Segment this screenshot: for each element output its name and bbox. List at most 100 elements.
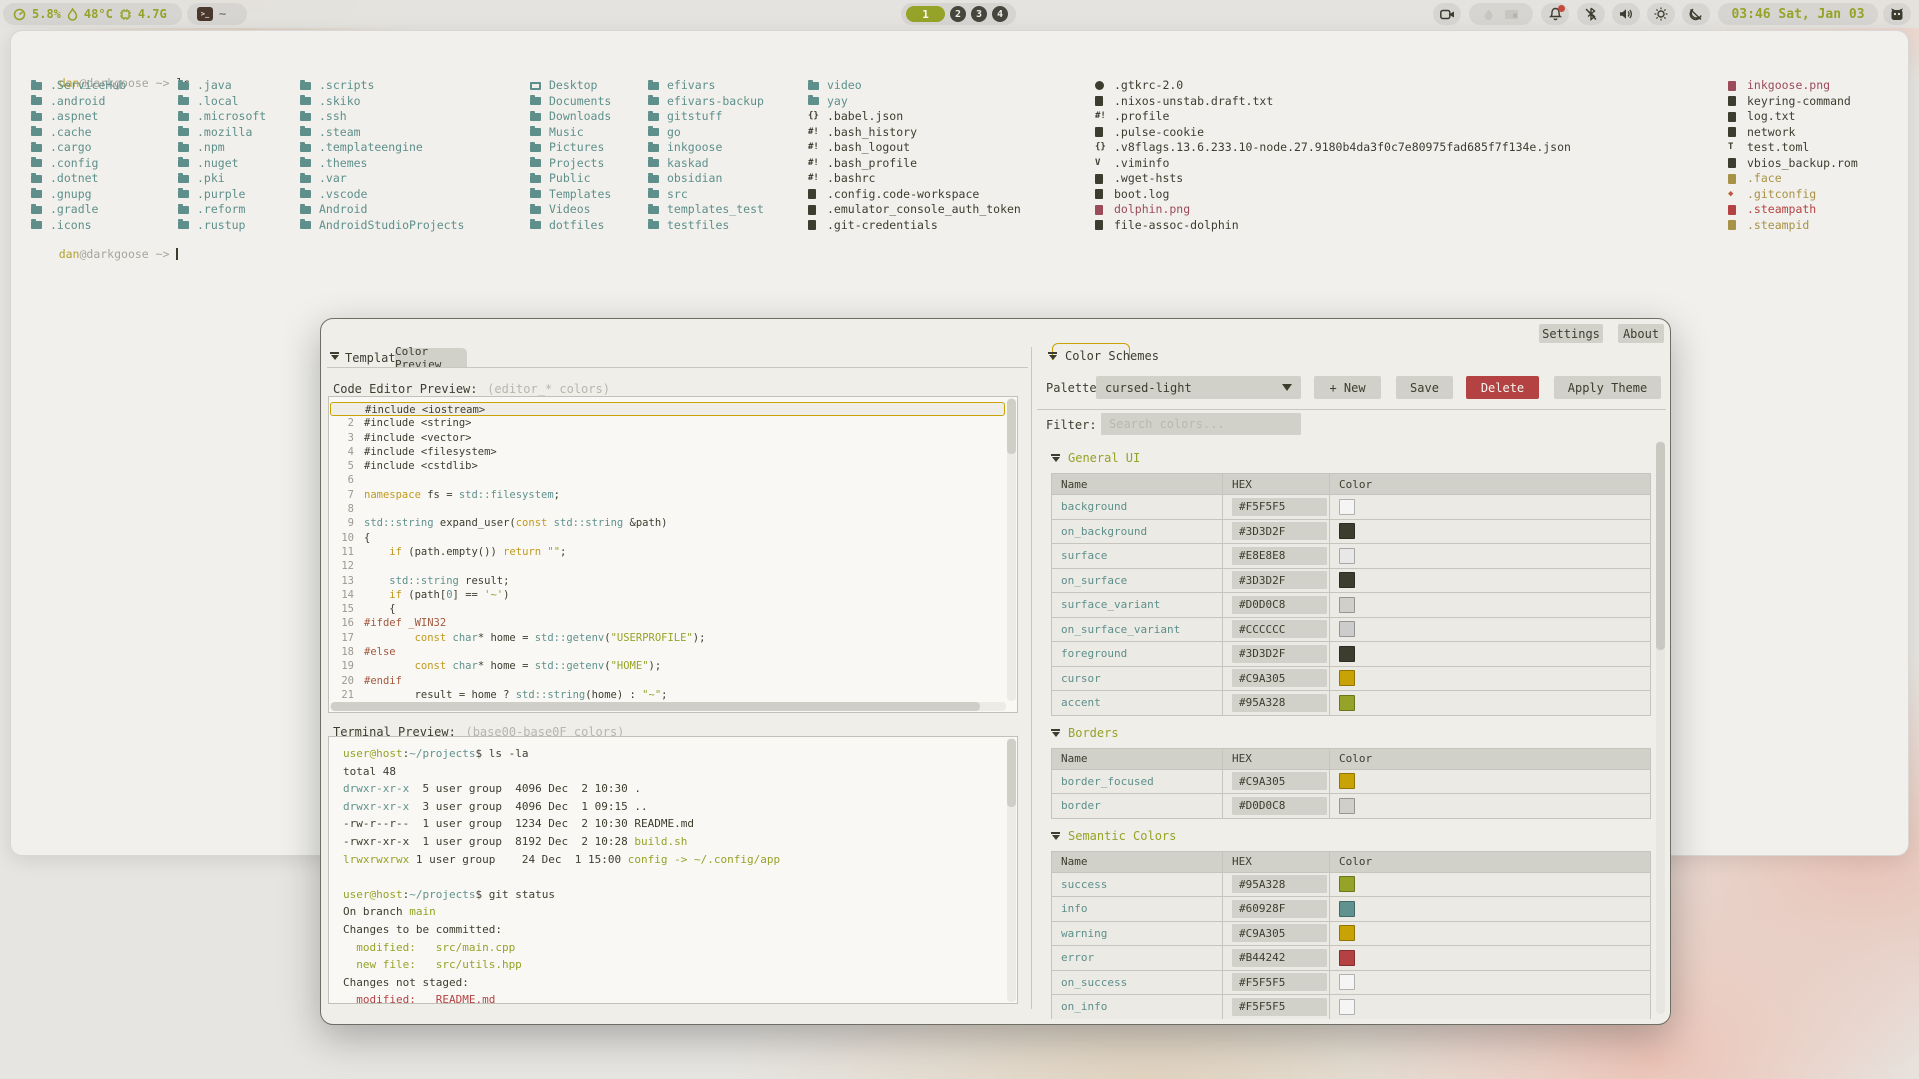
- hex-cell: #B44242: [1222, 946, 1329, 970]
- ls-column: DesktopDocumentsDownloadsMusicPicturesPr…: [530, 78, 611, 233]
- collapse-section-icon[interactable]: [1051, 454, 1060, 462]
- night-light-off-icon[interactable]: [1682, 3, 1710, 25]
- color-cell: [1329, 642, 1650, 666]
- file-entry: #!.bash_history: [808, 125, 1021, 141]
- code-editor-preview: #include <iostream>2#include <string>3#i…: [328, 396, 1018, 713]
- dir-entry: .pki: [178, 171, 266, 187]
- hex-input[interactable]: #D0D0C8: [1232, 797, 1327, 815]
- code-line: 21 result = home ? std::string(home) : "…: [330, 688, 1005, 702]
- flameshot-disabled-icon[interactable]: [1483, 8, 1494, 21]
- color-swatch[interactable]: [1339, 572, 1355, 588]
- hex-input[interactable]: #3D3D2F: [1232, 571, 1327, 589]
- new-palette-button[interactable]: + New: [1314, 376, 1381, 399]
- palette-dropdown[interactable]: cursed-light: [1096, 376, 1301, 399]
- color-swatch[interactable]: [1339, 621, 1355, 637]
- table-row: error#B44242: [1052, 945, 1650, 970]
- screenshot-disabled-icon[interactable]: [1504, 8, 1519, 20]
- prompt-line-current[interactable]: dan@darkgoose ~>: [31, 233, 178, 275]
- color-swatch[interactable]: [1339, 523, 1355, 539]
- tab-color-preview[interactable]: Color Preview: [395, 348, 467, 367]
- hex-input[interactable]: #60928F: [1232, 900, 1327, 918]
- workspace-3[interactable]: 3: [971, 6, 987, 22]
- color-swatch[interactable]: [1339, 597, 1355, 613]
- color-swatch[interactable]: [1339, 646, 1355, 662]
- color-swatch[interactable]: [1339, 773, 1355, 789]
- collapse-templates-icon[interactable]: [330, 352, 339, 360]
- dir-entry: efivars: [648, 78, 764, 94]
- dir-entry: Music: [530, 125, 611, 141]
- workspace-4[interactable]: 4: [992, 6, 1008, 22]
- new-label: + New: [1329, 381, 1365, 395]
- ls-column: .ServiceHub.android.aspnet.cache.cargo.c…: [31, 78, 126, 233]
- code-line-highlighted: #include <iostream>: [330, 402, 1005, 416]
- hex-input[interactable]: #F5F5F5: [1232, 998, 1327, 1016]
- volume-icon[interactable]: [1612, 3, 1640, 25]
- collapse-section-icon[interactable]: [1051, 729, 1060, 737]
- hex-input[interactable]: #F5F5F5: [1232, 973, 1327, 991]
- color-swatch[interactable]: [1339, 974, 1355, 990]
- screencast-icon[interactable]: [1433, 3, 1461, 25]
- workspace-2[interactable]: 2: [950, 6, 966, 22]
- code-line: 4#include <filesystem>: [330, 445, 1005, 459]
- color-swatch[interactable]: [1339, 798, 1355, 814]
- file-entry: network: [1728, 125, 1858, 141]
- dir-entry: .var: [300, 171, 464, 187]
- code-editor-vscrollbar[interactable]: [1007, 398, 1016, 701]
- color-swatch[interactable]: [1339, 876, 1355, 892]
- clock[interactable]: 03:46 Sat, Jan 03: [1718, 3, 1878, 25]
- collapse-section-icon[interactable]: [1051, 832, 1060, 840]
- color-swatch[interactable]: [1339, 499, 1355, 515]
- section-header[interactable]: Semantic Colors: [1051, 827, 1659, 845]
- terminal-preview-line: -rw-r--r-- 1 user group 1234 Dec 2 10:30…: [343, 815, 1003, 833]
- color-name: on_surface_variant: [1052, 618, 1222, 642]
- hex-input[interactable]: #F5F5F5: [1232, 498, 1327, 516]
- workspace-1-active[interactable]: 1: [906, 6, 945, 22]
- filter-input[interactable]: [1101, 413, 1301, 435]
- bluetooth-off-icon[interactable]: [1577, 3, 1605, 25]
- collapse-color-schemes-icon[interactable]: [1048, 352, 1057, 360]
- color-swatch[interactable]: [1339, 901, 1355, 917]
- apply-theme-button[interactable]: Apply Theme: [1554, 376, 1661, 399]
- tray-app-icon[interactable]: [1883, 3, 1911, 25]
- save-button[interactable]: Save: [1396, 376, 1453, 399]
- code-line: 15 {: [330, 602, 1005, 616]
- table-header-row: NameHEXColor: [1052, 749, 1650, 769]
- hex-input[interactable]: #3D3D2F: [1232, 645, 1327, 663]
- cpu-usage: 5.8%: [32, 7, 61, 21]
- section-header[interactable]: General UI: [1051, 449, 1659, 467]
- terminal-preview-vscrollbar[interactable]: [1007, 738, 1016, 1002]
- ls-column: efivarsefivars-backupgitstuffgoinkgoosek…: [648, 78, 764, 233]
- delete-button[interactable]: Delete: [1466, 376, 1539, 399]
- color-swatch[interactable]: [1339, 670, 1355, 686]
- hex-input[interactable]: #C9A305: [1232, 924, 1327, 942]
- settings-button[interactable]: Settings: [1539, 324, 1603, 343]
- brightness-icon[interactable]: [1647, 3, 1675, 25]
- color-swatch[interactable]: [1339, 925, 1355, 941]
- dir-entry: .nuget: [178, 156, 266, 172]
- color-swatch[interactable]: [1339, 950, 1355, 966]
- hex-input[interactable]: #C9A305: [1232, 772, 1327, 790]
- column-header: Name: [1052, 852, 1222, 872]
- about-button[interactable]: About: [1618, 324, 1664, 343]
- hex-input[interactable]: #C9A305: [1232, 669, 1327, 687]
- notifications-icon[interactable]: [1541, 3, 1569, 25]
- dir-entry: inkgoose: [648, 140, 764, 156]
- color-cell: [1329, 995, 1650, 1019]
- hex-input[interactable]: #3D3D2F: [1232, 522, 1327, 540]
- color-swatch[interactable]: [1339, 695, 1355, 711]
- hex-input[interactable]: #D0D0C8: [1232, 596, 1327, 614]
- code-editor-hscrollbar[interactable]: [330, 702, 1006, 711]
- color-swatch[interactable]: [1339, 548, 1355, 564]
- color-swatch[interactable]: [1339, 999, 1355, 1015]
- focused-window-pill[interactable]: >_ ~: [187, 3, 247, 25]
- terminal-preview-line: new file: src/utils.hpp: [343, 956, 1003, 974]
- dir-entry: .ssh: [300, 109, 464, 125]
- hex-input[interactable]: #95A328: [1232, 875, 1327, 893]
- hex-input[interactable]: #CCCCCC: [1232, 620, 1327, 638]
- hex-input[interactable]: #95A328: [1232, 694, 1327, 712]
- hex-input[interactable]: #B44242: [1232, 949, 1327, 967]
- color-tables-vscrollbar[interactable]: [1656, 441, 1665, 1014]
- file-entry: keyring-command: [1728, 94, 1858, 110]
- hex-input[interactable]: #E8E8E8: [1232, 547, 1327, 565]
- section-header[interactable]: Borders: [1051, 724, 1659, 742]
